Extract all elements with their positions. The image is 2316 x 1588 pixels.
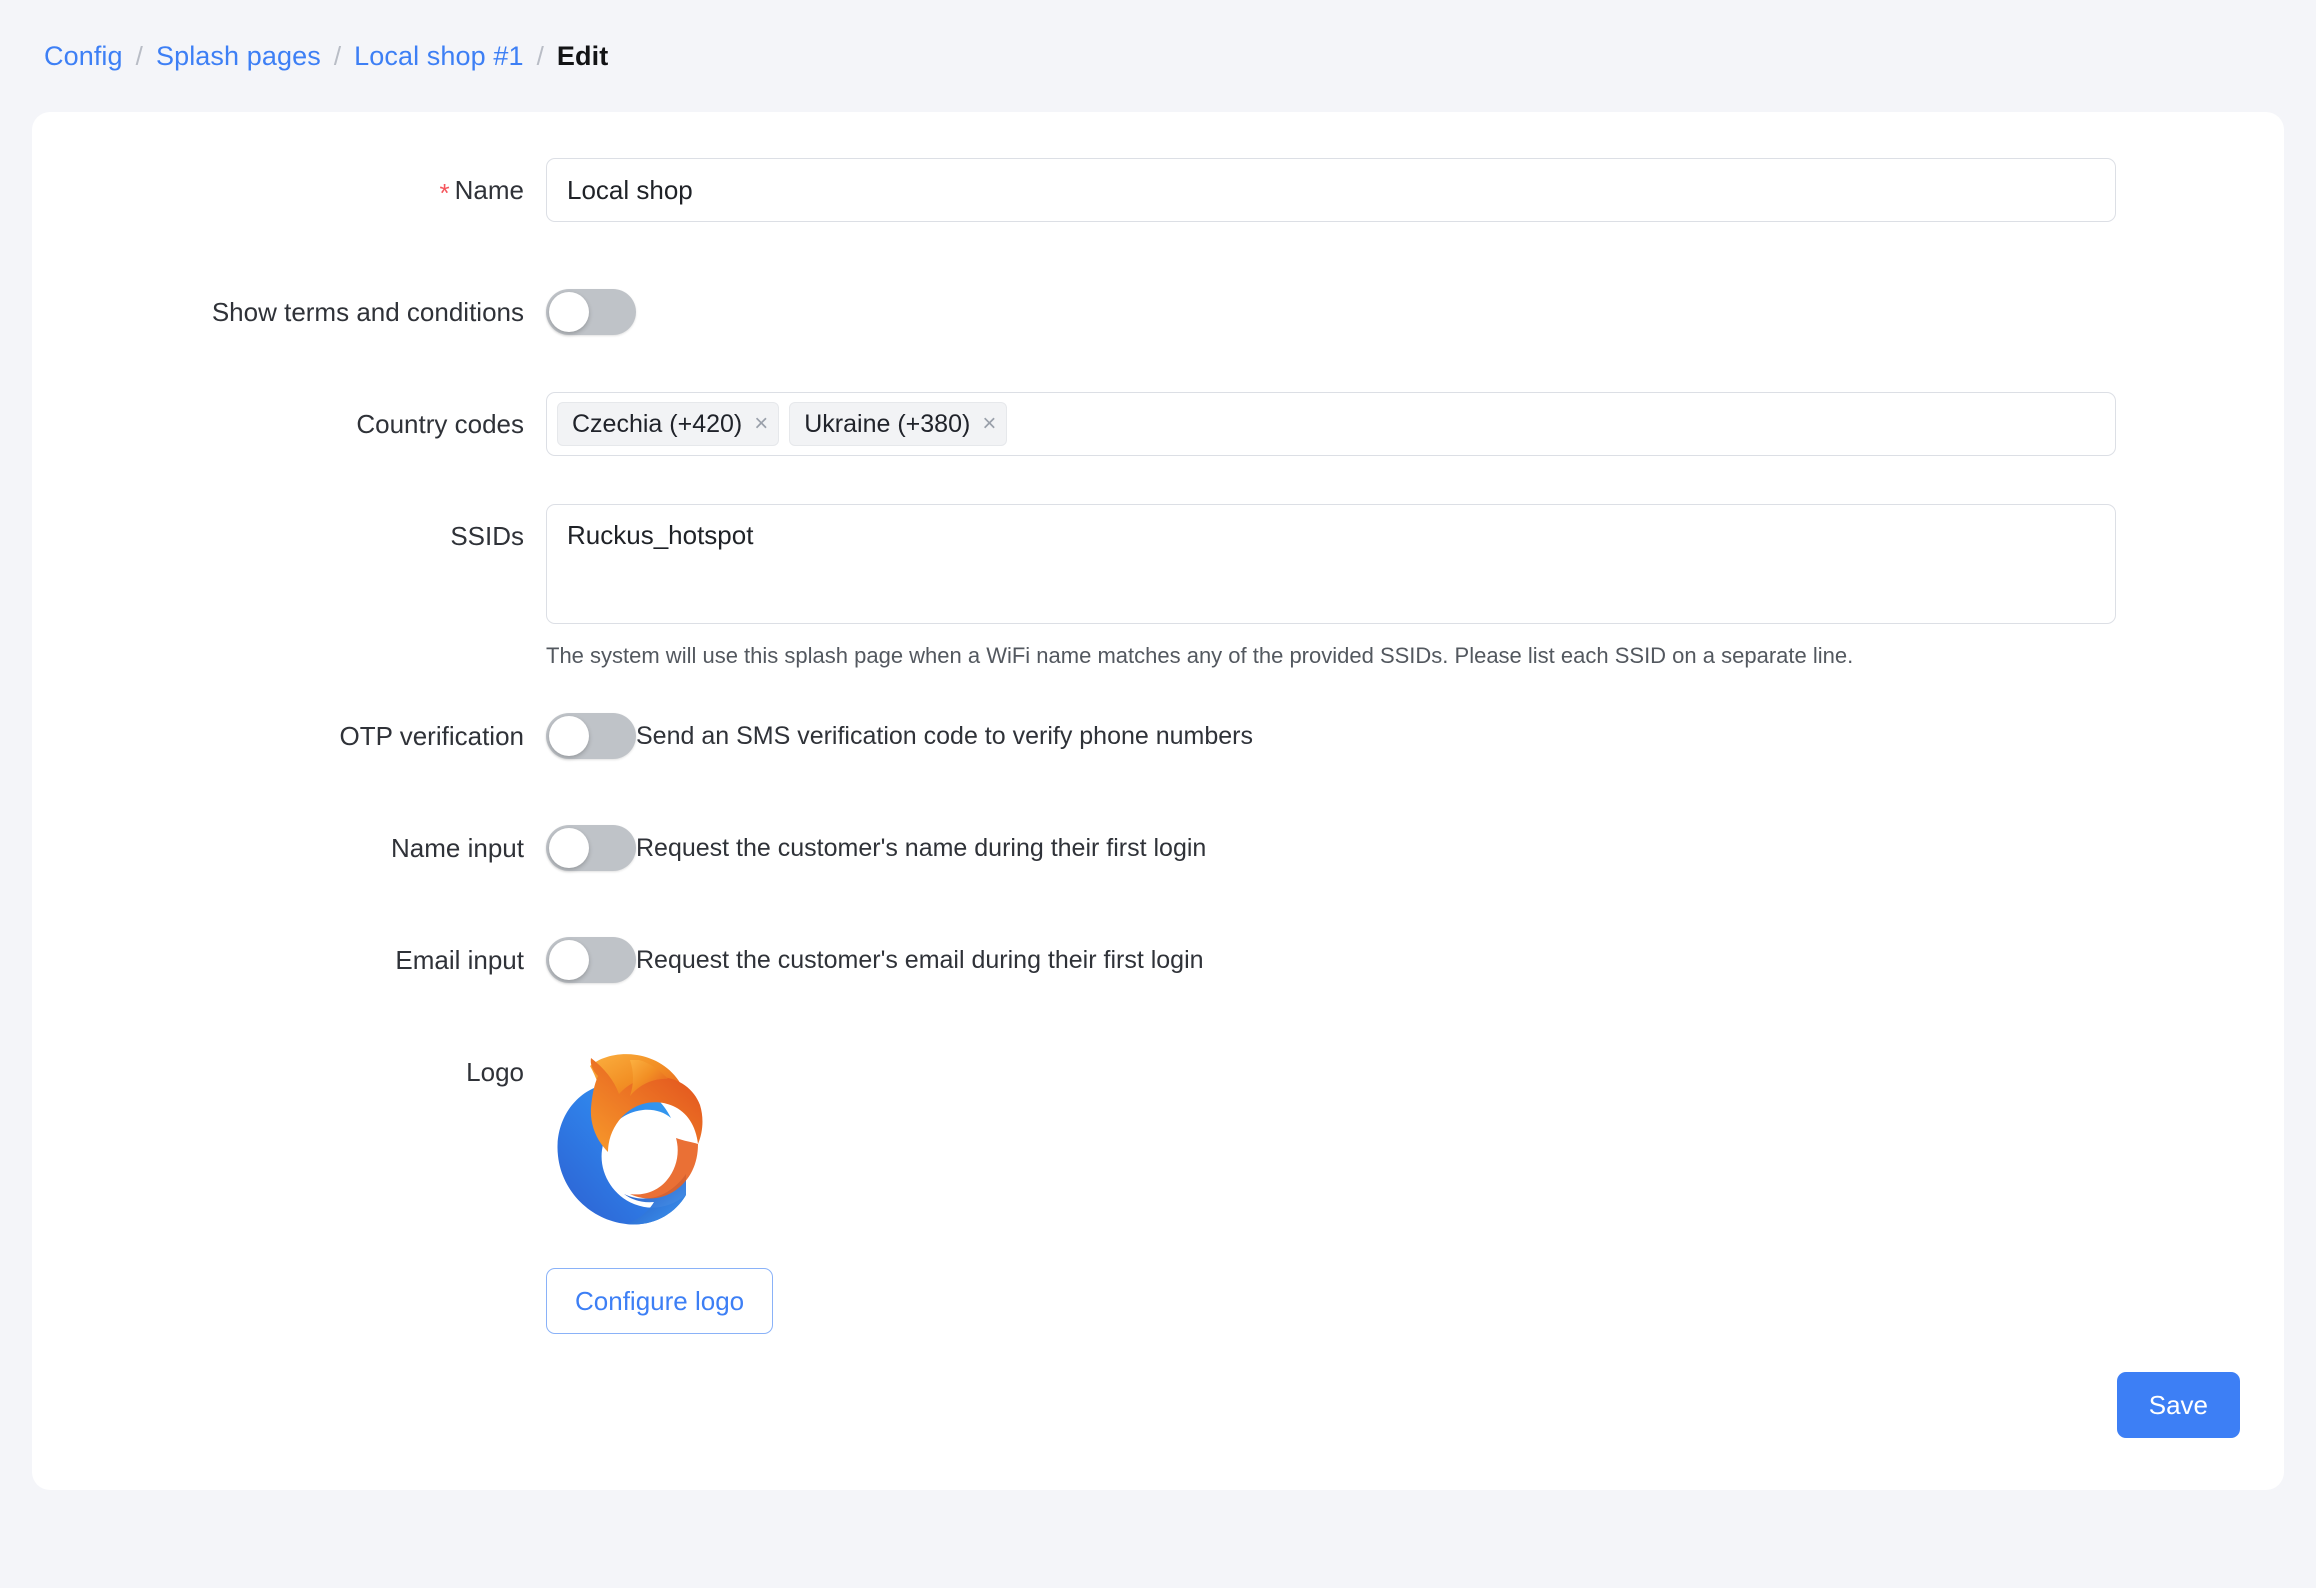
save-button[interactable]: Save (2116, 1372, 2240, 1438)
toggle-knob (549, 940, 589, 980)
ssids-control: The system will use this splash page whe… (546, 504, 2116, 671)
name-label: * Name (32, 158, 546, 222)
close-icon[interactable]: × (754, 412, 768, 436)
form-row-ssids: SSIDs The system will use this splash pa… (32, 504, 2116, 671)
country-codes-select[interactable]: Czechia (+420) × Ukraine (+380) × (546, 392, 2116, 456)
otp-verification-description: Send an SMS verification code to verify … (636, 722, 1254, 750)
breadcrumb-separator: / (135, 40, 143, 71)
email-input-control: Request the customer's email during thei… (546, 928, 1204, 992)
breadcrumb: Config / Splash pages / Local shop #1 / … (0, 0, 2316, 112)
ssids-help-text: The system will use this splash page whe… (546, 643, 1854, 668)
brand-flame-crescent-logo-icon (546, 1040, 706, 1250)
breadcrumb-item-config[interactable]: Config (44, 41, 123, 72)
logo-label: Logo (466, 1057, 524, 1087)
name-label-text: Name (454, 175, 524, 205)
email-input-description: Request the customer's email during thei… (636, 946, 1204, 974)
edit-splash-page-card: *Name Show terms and conditions Country … (32, 112, 2284, 1490)
name-input[interactable] (546, 158, 2116, 222)
otp-verification-label: OTP verification (339, 721, 524, 751)
name-input-label: Name input (391, 833, 524, 863)
form-row-otp-verification: OTP verification Send an SMS verificatio… (32, 704, 1253, 768)
country-code-tag-label: Czechia (+420) (572, 409, 743, 438)
form-row-name: * Name (32, 158, 2116, 222)
form-row-show-terms: Show terms and conditions (32, 280, 636, 344)
required-asterisk: * (439, 178, 450, 208)
form-row-logo: Logo Configure logo (32, 1040, 774, 1334)
show-terms-control (546, 280, 636, 335)
toggle-knob (549, 828, 589, 868)
ssids-label: SSIDs (450, 521, 524, 551)
country-code-tag[interactable]: Czechia (+420) × (557, 402, 780, 446)
show-terms-toggle[interactable] (546, 289, 636, 335)
show-terms-label: Show terms and conditions (211, 297, 524, 327)
name-input-description: Request the customer's name during their… (636, 834, 1207, 862)
toggle-knob (549, 292, 589, 332)
otp-verification-control: Send an SMS verification code to verify … (546, 704, 1253, 768)
country-code-tag-label: Ukraine (+380) (804, 409, 971, 438)
country-codes-label: Country codes (356, 409, 524, 439)
logo-control: Configure logo (546, 1040, 774, 1334)
name-input-toggle[interactable] (546, 825, 636, 871)
email-input-toggle[interactable] (546, 937, 636, 983)
close-icon[interactable]: × (982, 412, 996, 436)
name-input-control: Request the customer's name during their… (546, 816, 1206, 880)
breadcrumb-item-splash-pages[interactable]: Splash pages (156, 41, 321, 72)
toggle-knob (549, 716, 589, 756)
otp-verification-toggle[interactable] (546, 713, 636, 759)
email-input-label: Email input (395, 945, 524, 975)
form-row-name-input: Name input Request the customer's name d… (32, 816, 1206, 880)
form-row-email-input: Email input Request the customer's email… (32, 928, 1204, 992)
breadcrumb-item-local-shop[interactable]: Local shop #1 (354, 41, 523, 72)
configure-logo-button[interactable]: Configure logo (546, 1268, 774, 1334)
ssids-textarea[interactable] (546, 504, 2116, 624)
name-control (546, 158, 2116, 222)
country-code-tag[interactable]: Ukraine (+380) × (789, 402, 1008, 446)
breadcrumb-item-edit: Edit (556, 40, 609, 71)
breadcrumb-separator: / (536, 40, 544, 71)
breadcrumb-separator: / (333, 40, 342, 71)
country-codes-control: Czechia (+420) × Ukraine (+380) × (546, 392, 2116, 456)
form-row-country-codes: Country codes Czechia (+420) × Ukraine (… (32, 392, 2116, 456)
